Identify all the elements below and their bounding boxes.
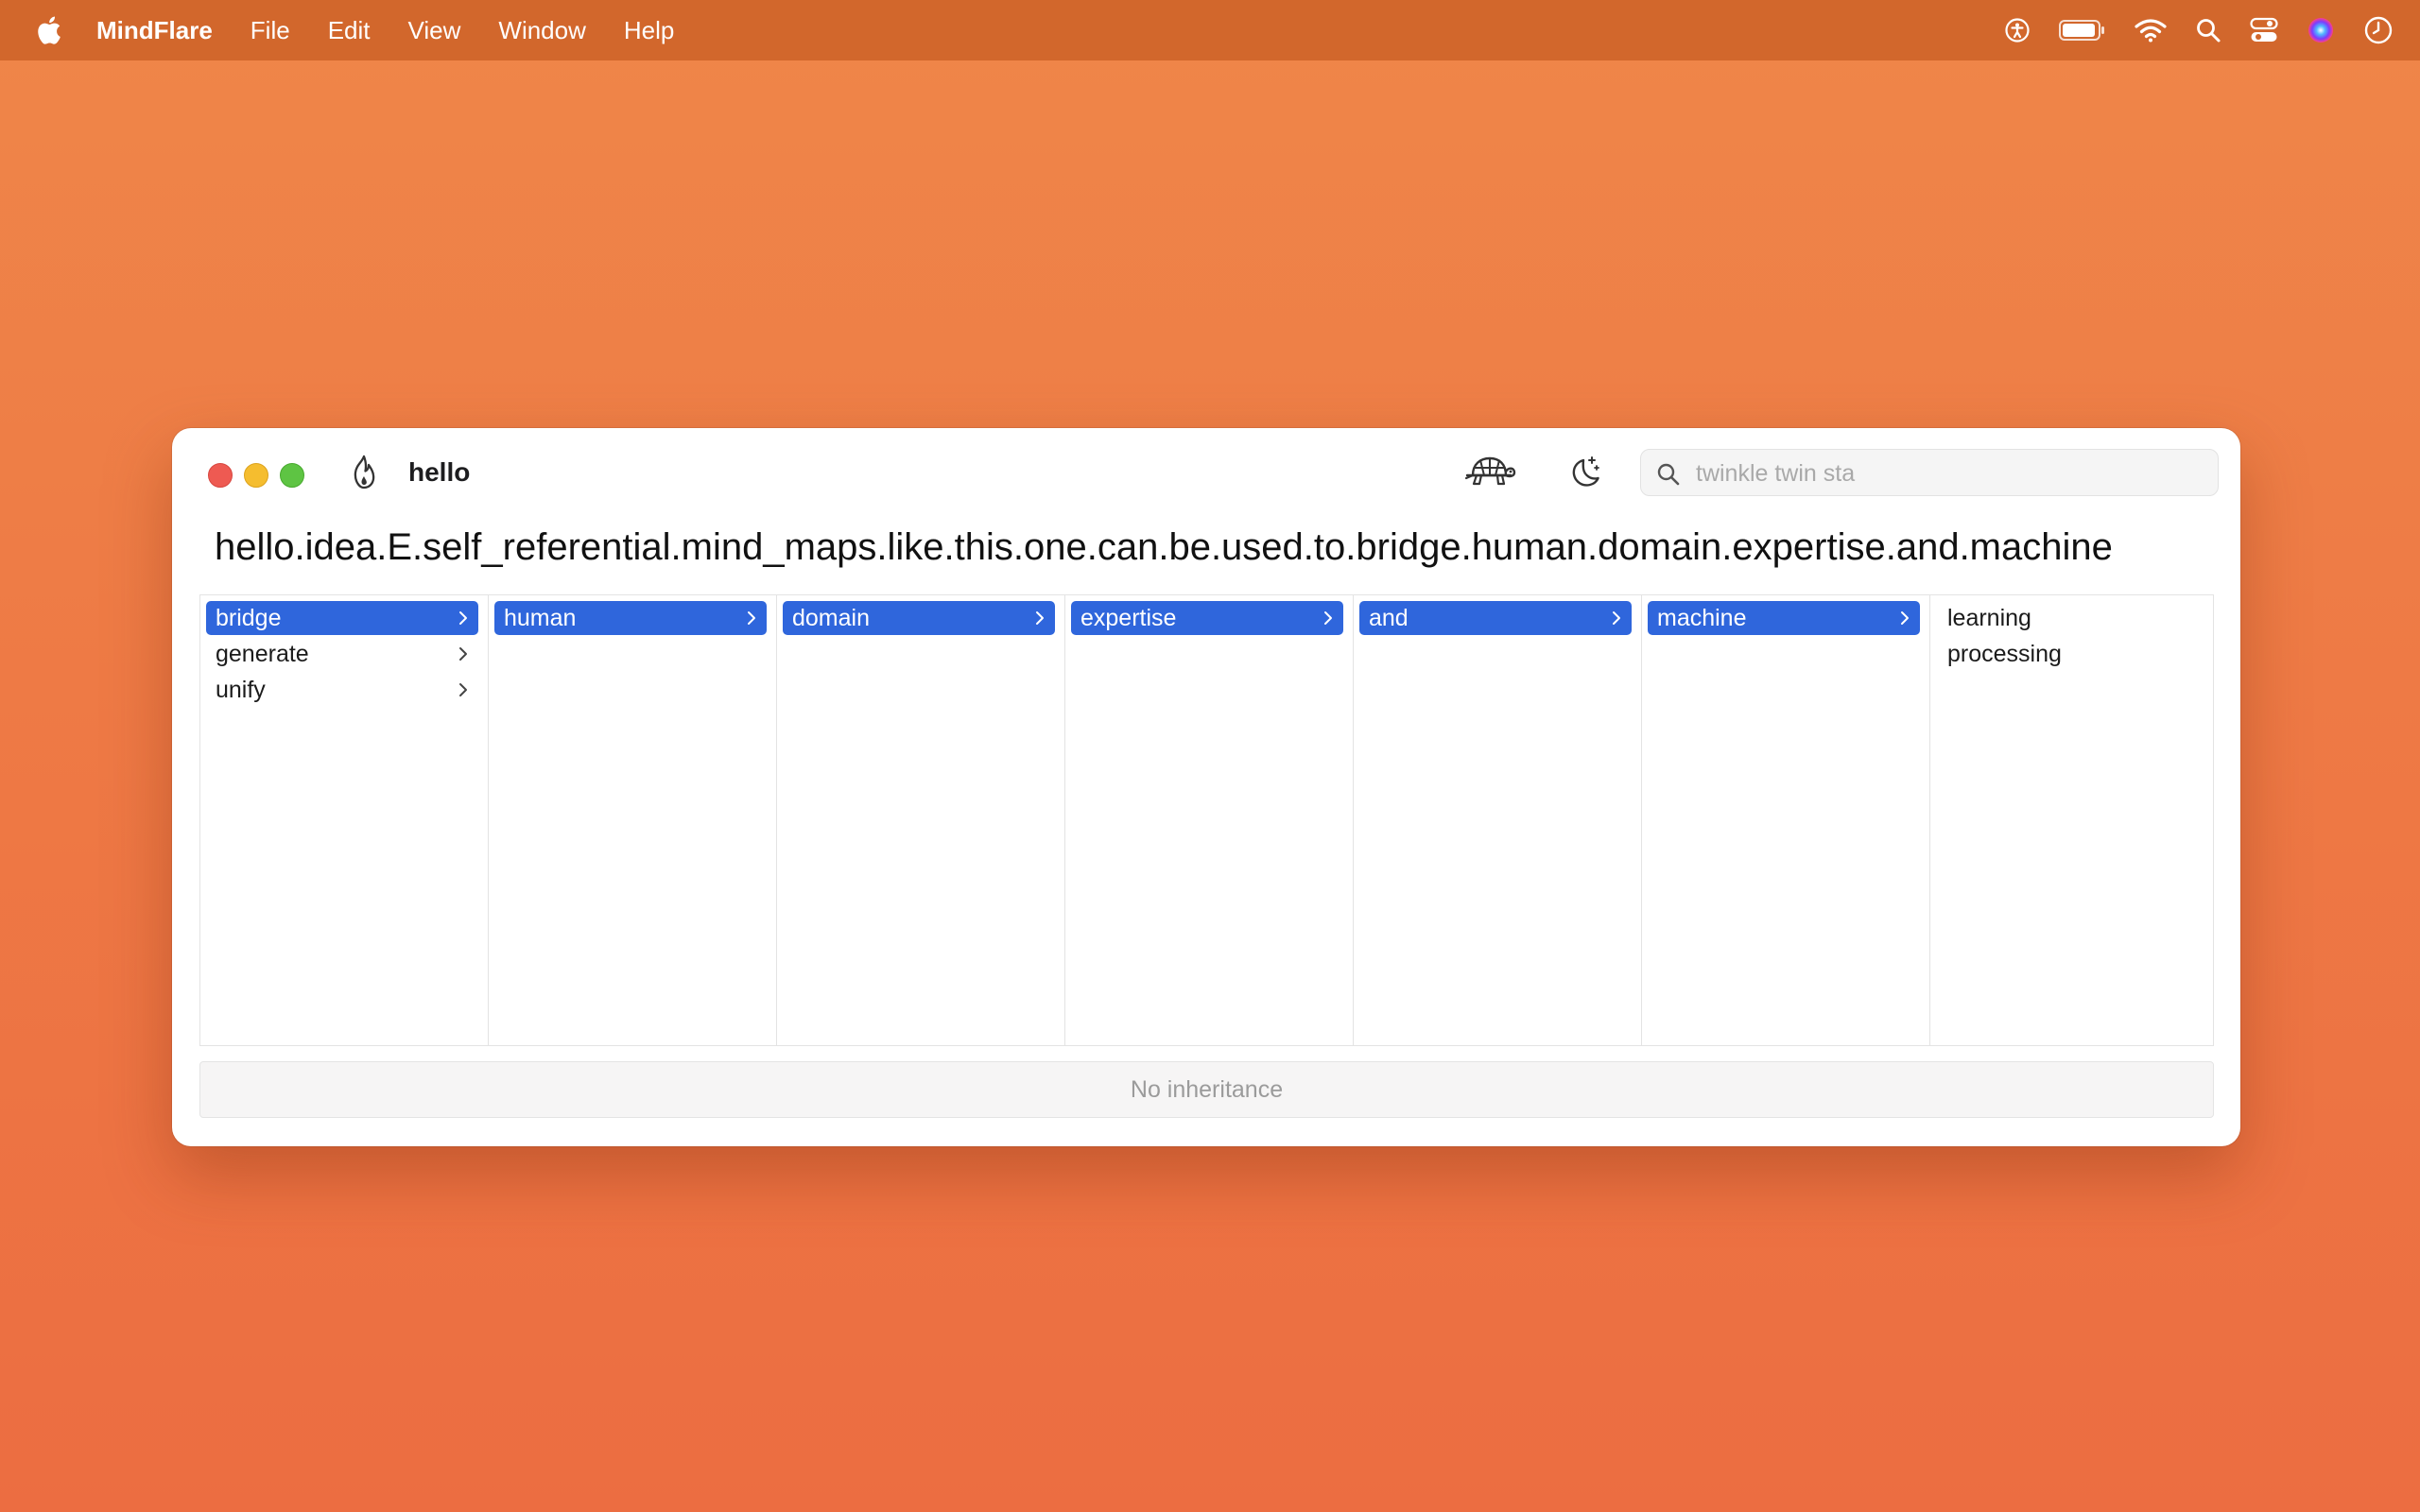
browser-column-1: bridge generate unify bbox=[200, 595, 489, 1045]
zoom-window-button[interactable] bbox=[280, 463, 304, 488]
menu-file[interactable]: File bbox=[251, 16, 290, 45]
battery-icon[interactable] bbox=[2059, 19, 2106, 42]
list-item-human[interactable]: human bbox=[494, 601, 767, 635]
list-item-machine[interactable]: machine bbox=[1648, 601, 1920, 635]
flame-icon[interactable] bbox=[348, 454, 380, 491]
menu-view[interactable]: View bbox=[408, 16, 461, 45]
list-item-label: human bbox=[504, 605, 577, 631]
chevron-right-icon bbox=[459, 683, 467, 696]
app-window: hello hello.idea.E.self_referential.mind… bbox=[172, 428, 2240, 1146]
list-item-learning[interactable]: learning bbox=[1936, 601, 2208, 635]
chevron-right-icon bbox=[1613, 611, 1620, 625]
chevron-right-icon bbox=[459, 611, 467, 625]
accessibility-icon[interactable] bbox=[2004, 17, 2031, 43]
list-item-domain[interactable]: domain bbox=[783, 601, 1055, 635]
chevron-right-icon bbox=[459, 647, 467, 661]
list-item-label: processing bbox=[1947, 641, 2062, 667]
list-item-label: domain bbox=[792, 605, 870, 631]
menu-app-name[interactable]: MindFlare bbox=[96, 16, 213, 45]
browser-column-3: domain bbox=[777, 595, 1065, 1045]
chevron-right-icon bbox=[1901, 611, 1909, 625]
column-browser: bridge generate unify human domain exper… bbox=[199, 594, 2214, 1046]
control-center-icon[interactable] bbox=[2250, 17, 2278, 43]
menu-edit[interactable]: Edit bbox=[328, 16, 371, 45]
list-item-bridge[interactable]: bridge bbox=[206, 601, 478, 635]
search-input[interactable] bbox=[1694, 450, 2208, 497]
menu-help[interactable]: Help bbox=[624, 16, 674, 45]
list-item-unify[interactable]: unify bbox=[206, 673, 478, 707]
search-icon bbox=[1657, 463, 1680, 486]
list-item-label: machine bbox=[1657, 605, 1747, 631]
list-item-generate[interactable]: generate bbox=[206, 637, 478, 671]
list-item-expertise[interactable]: expertise bbox=[1071, 601, 1343, 635]
list-item-processing[interactable]: processing bbox=[1936, 637, 2208, 671]
list-item-label: expertise bbox=[1080, 605, 1177, 631]
clock-icon[interactable] bbox=[2363, 15, 2394, 45]
menu-window[interactable]: Window bbox=[498, 16, 585, 45]
menu-bar: MindFlare File Edit View Window Help bbox=[0, 0, 2420, 60]
moon-stars-icon[interactable] bbox=[1565, 454, 1601, 491]
browser-column-4: expertise bbox=[1065, 595, 1354, 1045]
list-item-label: bridge bbox=[216, 605, 282, 631]
chevron-right-icon bbox=[748, 611, 755, 625]
apple-logo-icon[interactable] bbox=[34, 14, 62, 46]
chevron-right-icon bbox=[1036, 611, 1044, 625]
status-menu-area bbox=[1976, 0, 2394, 60]
close-window-button[interactable] bbox=[208, 463, 233, 488]
minimize-window-button[interactable] bbox=[244, 463, 268, 488]
list-item-label: unify bbox=[216, 677, 266, 703]
spotlight-search-icon[interactable] bbox=[2195, 17, 2221, 43]
search-field[interactable] bbox=[1640, 449, 2219, 497]
browser-column-2: human bbox=[489, 595, 777, 1045]
list-item-label: learning bbox=[1947, 605, 2031, 631]
wifi-icon[interactable] bbox=[2135, 18, 2167, 43]
siri-icon[interactable] bbox=[2307, 16, 2335, 44]
chevron-right-icon bbox=[1324, 611, 1332, 625]
browser-column-6: machine bbox=[1642, 595, 1930, 1045]
browser-column-7: learning processing bbox=[1930, 595, 2212, 1045]
idea-path-field[interactable]: hello.idea.E.self_referential.mind_maps.… bbox=[215, 523, 2200, 572]
inheritance-status-bar: No inheritance bbox=[199, 1061, 2214, 1118]
list-item-label: and bbox=[1369, 605, 1409, 631]
turtle-icon[interactable] bbox=[1461, 451, 1516, 494]
document-title: hello bbox=[408, 457, 471, 487]
browser-column-5: and bbox=[1354, 595, 1642, 1045]
list-item-and[interactable]: and bbox=[1359, 601, 1632, 635]
list-item-label: generate bbox=[216, 641, 309, 667]
